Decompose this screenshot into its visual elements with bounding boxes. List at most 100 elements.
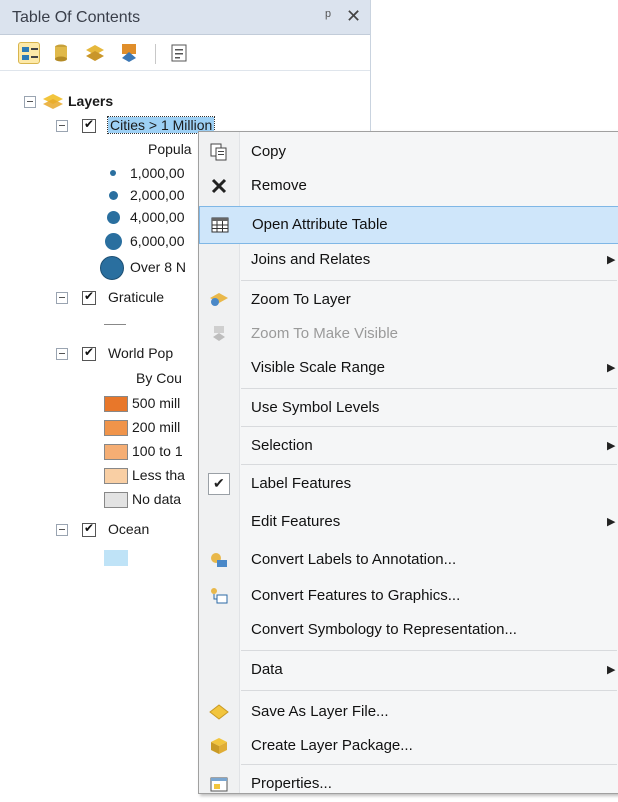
legend-label: Over 8 N	[130, 259, 187, 275]
fill-swatch	[104, 444, 128, 460]
point-symbol	[107, 211, 120, 224]
list-by-source-icon[interactable]	[50, 42, 72, 64]
pin-icon[interactable]: ᵖ	[325, 8, 331, 26]
menu-item-data[interactable]: Data ▶	[199, 652, 618, 688]
properties-icon	[209, 774, 229, 794]
menu-separator	[241, 388, 617, 389]
legend-label: 2,000,00	[130, 187, 185, 203]
collapse-toggle[interactable]	[56, 348, 68, 360]
convert-features-icon	[209, 586, 229, 606]
menu-item-create-layer-package[interactable]: Create Layer Package...	[199, 728, 618, 764]
visibility-checkbox[interactable]	[82, 289, 96, 305]
menu-item-zoom-to-make-visible: Zoom To Make Visible	[199, 316, 618, 352]
layer-package-icon	[209, 736, 229, 756]
menu-item-open-attribute-table[interactable]: Open Attribute Table	[199, 206, 618, 244]
legend-label: No data	[132, 491, 182, 507]
legend-label: 500 mill	[132, 395, 181, 411]
layers-label: Layers	[68, 93, 114, 109]
submenu-arrow-icon: ▶	[607, 664, 616, 676]
toc-title: Table Of Contents	[12, 9, 141, 26]
menu-item-convert-features-to-graphics[interactable]: Convert Features to Graphics...	[199, 578, 618, 614]
menu-item-label: Selection	[251, 437, 313, 454]
menu-item-save-as-layer-file[interactable]: Save As Layer File...	[199, 694, 618, 730]
layer-name[interactable]: Ocean	[108, 521, 149, 537]
menu-item-label: Convert Symbology to Representation...	[251, 621, 517, 638]
menu-separator	[241, 690, 617, 691]
fill-swatch	[104, 550, 128, 566]
convert-labels-icon	[209, 550, 229, 570]
menu-item-label: Zoom To Make Visible	[251, 325, 399, 342]
toc-title-bar: Table Of Contents ᵖ ✕	[0, 0, 370, 35]
menu-item-label: Use Symbol Levels	[251, 399, 380, 416]
zoom-to-layer-icon	[209, 290, 229, 310]
fill-swatch	[104, 468, 128, 484]
legend-field-label: By Cou	[136, 370, 182, 386]
menu-item-label: Joins and Relates	[251, 251, 371, 268]
close-icon[interactable]: ✕	[346, 6, 361, 27]
list-by-selection-icon[interactable]	[118, 42, 140, 64]
layer-context-menu: Copy Remove Open Attribute Table Joins a…	[198, 131, 618, 794]
visibility-checkbox[interactable]	[82, 117, 96, 133]
fill-swatch	[104, 396, 128, 412]
layer-file-icon	[209, 702, 229, 722]
collapse-toggle[interactable]	[56, 524, 68, 536]
menu-item-use-symbol-levels[interactable]: Use Symbol Levels	[199, 390, 618, 426]
menu-item-label: Create Layer Package...	[251, 737, 413, 754]
legend-label: 1,000,00	[130, 165, 185, 181]
layer-name[interactable]: Graticule	[108, 289, 164, 305]
legend-label: 200 mill	[132, 419, 181, 435]
menu-item-label: Label Features	[251, 475, 352, 492]
menu-item-label: Remove	[251, 177, 307, 194]
menu-item-edit-features[interactable]: Edit Features ▶	[199, 504, 618, 540]
checkmark-icon: ✔	[208, 473, 230, 495]
legend-label: Less tha	[132, 467, 185, 483]
menu-item-remove[interactable]: Remove	[199, 168, 618, 204]
menu-item-label-features[interactable]: ✔ Label Features	[199, 466, 618, 502]
menu-item-convert-symbology-to-representation[interactable]: Convert Symbology to Representation...	[199, 612, 618, 648]
menu-item-label: Open Attribute Table	[252, 216, 388, 233]
menu-item-joins-and-relates[interactable]: Joins and Relates ▶	[199, 242, 618, 278]
legend-label: 4,000,00	[130, 209, 185, 225]
menu-separator	[241, 280, 617, 281]
submenu-arrow-icon: ▶	[607, 254, 616, 266]
collapse-toggle[interactable]	[24, 96, 36, 108]
visibility-checkbox[interactable]	[82, 521, 96, 537]
submenu-arrow-icon: ▶	[607, 516, 616, 528]
legend-label: 6,000,00	[130, 233, 185, 249]
toolbar-divider	[155, 44, 156, 64]
menu-item-copy[interactable]: Copy	[199, 134, 618, 170]
menu-separator	[241, 650, 617, 651]
table-icon	[210, 215, 230, 235]
visibility-checkbox[interactable]	[82, 345, 96, 361]
toc-toolbar	[0, 36, 370, 71]
point-symbol	[100, 256, 124, 280]
menu-item-label: Save As Layer File...	[251, 703, 389, 720]
remove-x-icon	[209, 176, 229, 196]
fill-swatch	[104, 420, 128, 436]
menu-item-label: Visible Scale Range	[251, 359, 385, 376]
tree-root-layers[interactable]: Layers	[24, 90, 224, 114]
menu-item-zoom-to-layer[interactable]: Zoom To Layer	[199, 282, 618, 318]
submenu-arrow-icon: ▶	[607, 362, 616, 374]
point-symbol	[109, 191, 118, 200]
arcmap-toc-window: Table Of Contents ᵖ ✕ Layers ✔ Cities > …	[0, 0, 618, 794]
legend-label: 100 to 1	[132, 443, 183, 459]
menu-separator	[241, 426, 617, 427]
list-by-visibility-icon[interactable]	[84, 42, 106, 64]
menu-item-label: Convert Features to Graphics...	[251, 587, 461, 604]
menu-item-convert-labels-to-annotation[interactable]: Convert Labels to Annotation...	[199, 542, 618, 578]
fill-swatch	[104, 492, 128, 508]
collapse-toggle[interactable]	[56, 292, 68, 304]
options-icon[interactable]	[168, 42, 190, 64]
menu-item-label: Convert Labels to Annotation...	[251, 551, 457, 568]
menu-item-visible-scale-range[interactable]: Visible Scale Range ▶	[199, 350, 618, 386]
list-by-drawing-order-icon[interactable]	[18, 42, 40, 64]
line-symbol	[104, 324, 126, 325]
point-symbol	[105, 233, 122, 250]
menu-item-label: Edit Features	[251, 513, 341, 530]
legend-field-label: Popula	[148, 141, 192, 157]
layer-name[interactable]: World Pop	[108, 345, 173, 361]
collapse-toggle[interactable]	[56, 120, 68, 132]
menu-item-properties[interactable]: Properties...	[199, 766, 618, 802]
menu-item-selection[interactable]: Selection ▶	[199, 428, 618, 464]
